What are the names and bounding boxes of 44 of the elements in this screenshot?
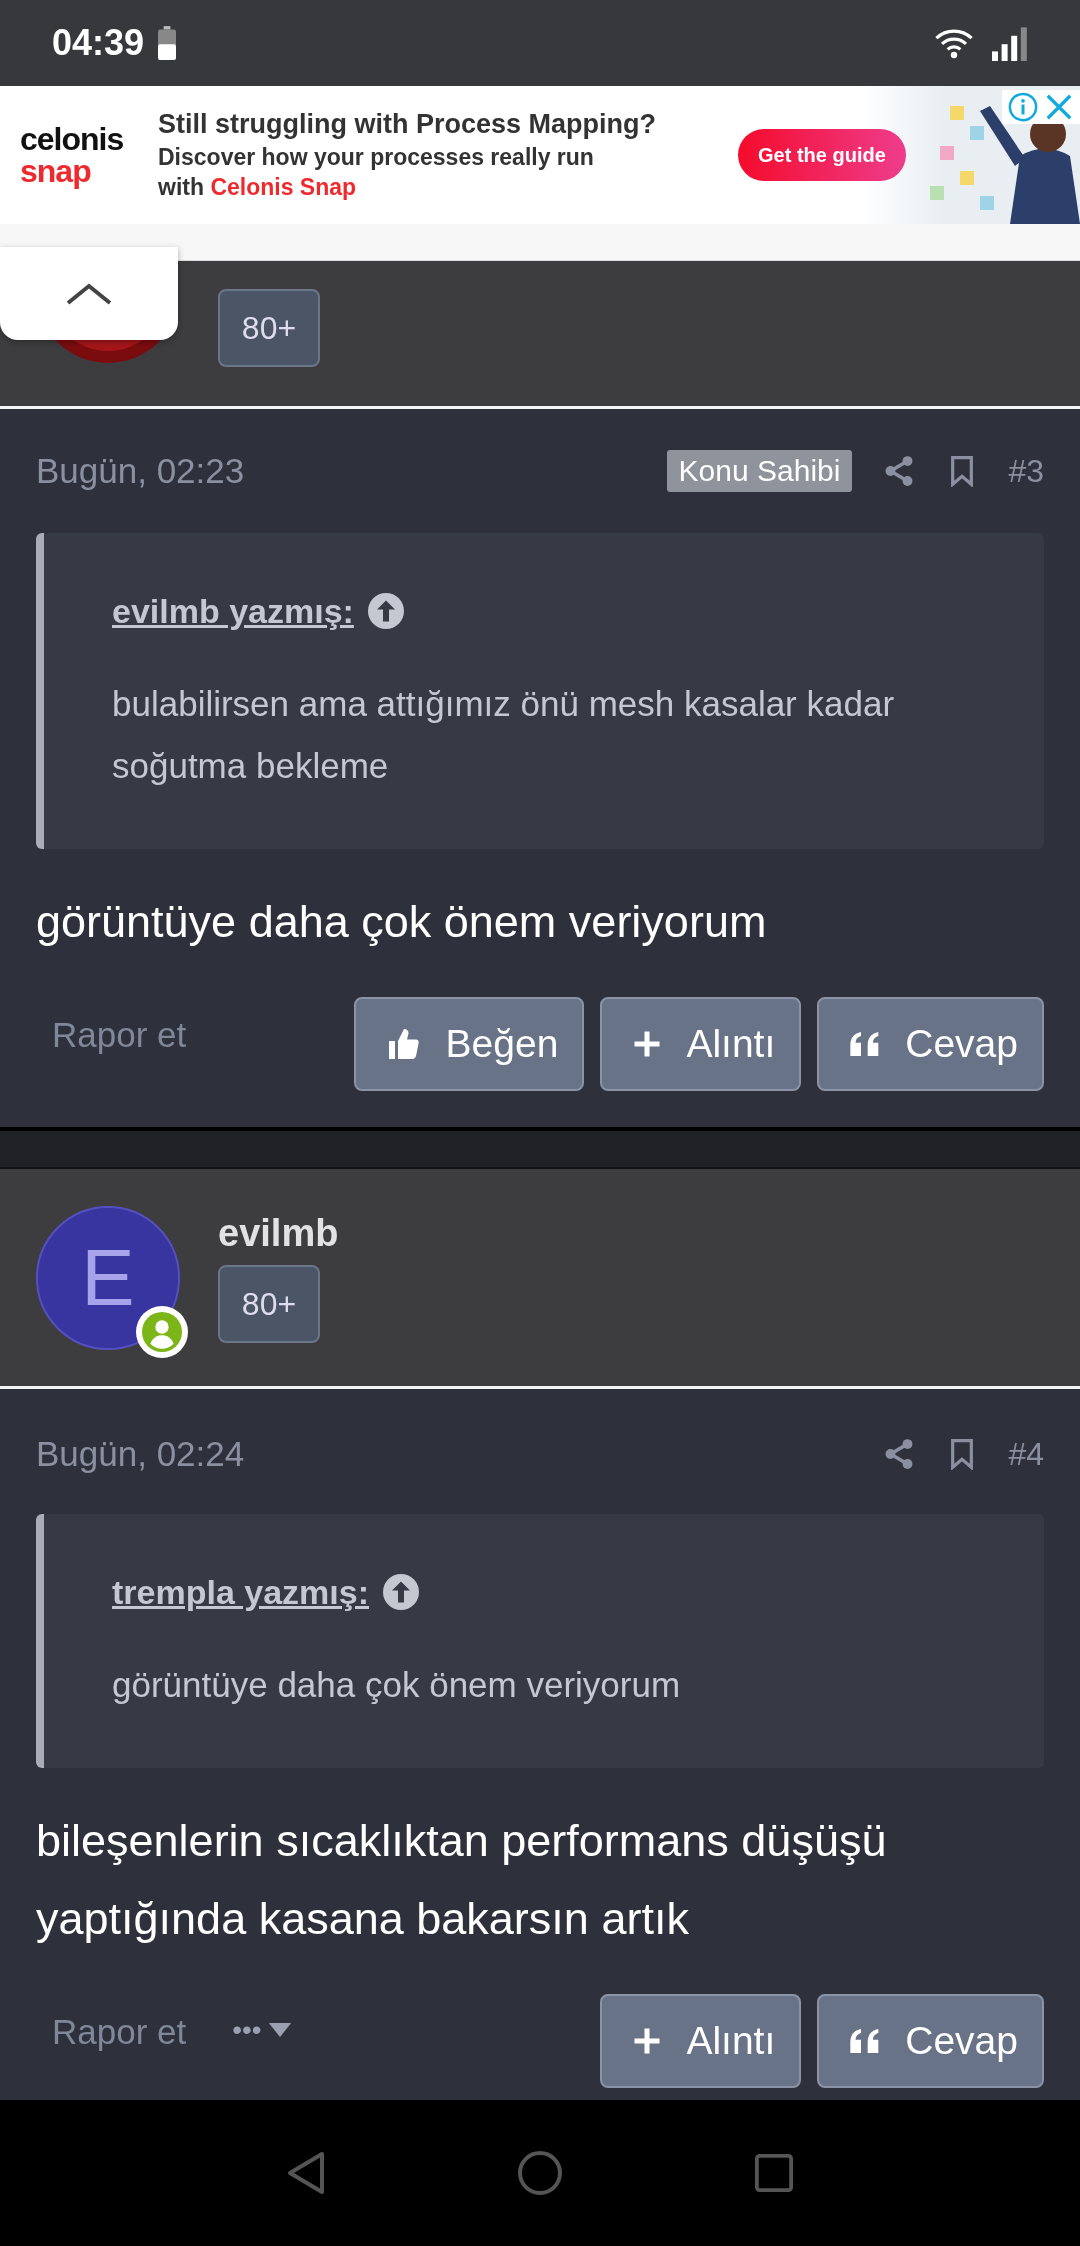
caret-icon <box>267 2023 292 2037</box>
quote-button[interactable]: Alıntı <box>600 997 802 1091</box>
battery-icon <box>158 25 177 61</box>
quote-author-link[interactable]: trempla yazmış: <box>112 1572 369 1612</box>
post-number[interactable]: #4 <box>1008 1435 1044 1473</box>
avatar[interactable]: E <box>36 1205 180 1350</box>
home-icon[interactable] <box>517 2150 563 2196</box>
recents-icon[interactable] <box>754 2153 795 2193</box>
quote-text: bulabilirsen ama attığımız önü mesh kasalar kadar soğutma bekleme <box>112 683 896 787</box>
owner-tag: Konu Sahibi <box>666 450 853 492</box>
username[interactable]: evilmb <box>218 1212 339 1255</box>
post-date[interactable]: Bugün, 02:24 <box>36 1434 245 1474</box>
ad-logo-text[interactable]: snap <box>20 155 150 187</box>
report-link[interactable]: Rapor et <box>52 1015 187 1055</box>
info-icon[interactable] <box>1008 92 1038 122</box>
plus-icon <box>632 2026 663 2056</box>
reply-button[interactable]: Cevap <box>817 1994 1044 2088</box>
post-number[interactable]: #3 <box>1008 452 1044 490</box>
like-button[interactable]: Beğen <box>353 997 585 1091</box>
ad-cta-button[interactable]: Get the guide <box>738 129 906 181</box>
plus-icon <box>632 1029 663 1059</box>
status-time: 04:39 <box>52 22 145 64</box>
ad-text[interactable]: Discover how your processes really run with Celonis Snap <box>158 141 628 202</box>
quote-button[interactable]: Alıntı <box>600 1994 802 2088</box>
chevron-up-icon <box>65 281 113 306</box>
arrow-up-icon[interactable] <box>367 593 404 629</box>
reply-button[interactable]: Cevap <box>817 997 1044 1091</box>
quote-text: görüntüye daha çok önem veriyorum <box>112 1664 682 1706</box>
post-text: bileşenlerin sıcaklıktan performans düşüşü yaptığında kasana bakarsın artık <box>36 1814 888 1946</box>
close-icon[interactable] <box>1044 92 1074 122</box>
ad-logo-text[interactable]: celonis <box>20 123 150 155</box>
quote-author-link[interactable]: evilmb yazmış: <box>112 591 354 631</box>
signal-icon <box>992 25 1028 61</box>
reaction-score-badge: 80+ <box>218 289 320 367</box>
scroll-up-button[interactable] <box>0 247 178 340</box>
reaction-score-badge: 80+ <box>218 1265 320 1343</box>
ad-headline[interactable]: Still struggling with Process Mapping? <box>158 108 738 140</box>
arrow-up-icon[interactable] <box>383 1574 419 1610</box>
post-text: görüntüye daha çok önem veriyorum <box>36 895 768 949</box>
more-menu[interactable]: ••• <box>232 2014 292 2046</box>
post-date[interactable]: Bugün, 02:23 <box>36 451 245 491</box>
report-link[interactable]: Rapor et <box>52 2012 187 2052</box>
wifi-icon <box>934 27 974 59</box>
back-icon[interactable] <box>285 2151 326 2195</box>
